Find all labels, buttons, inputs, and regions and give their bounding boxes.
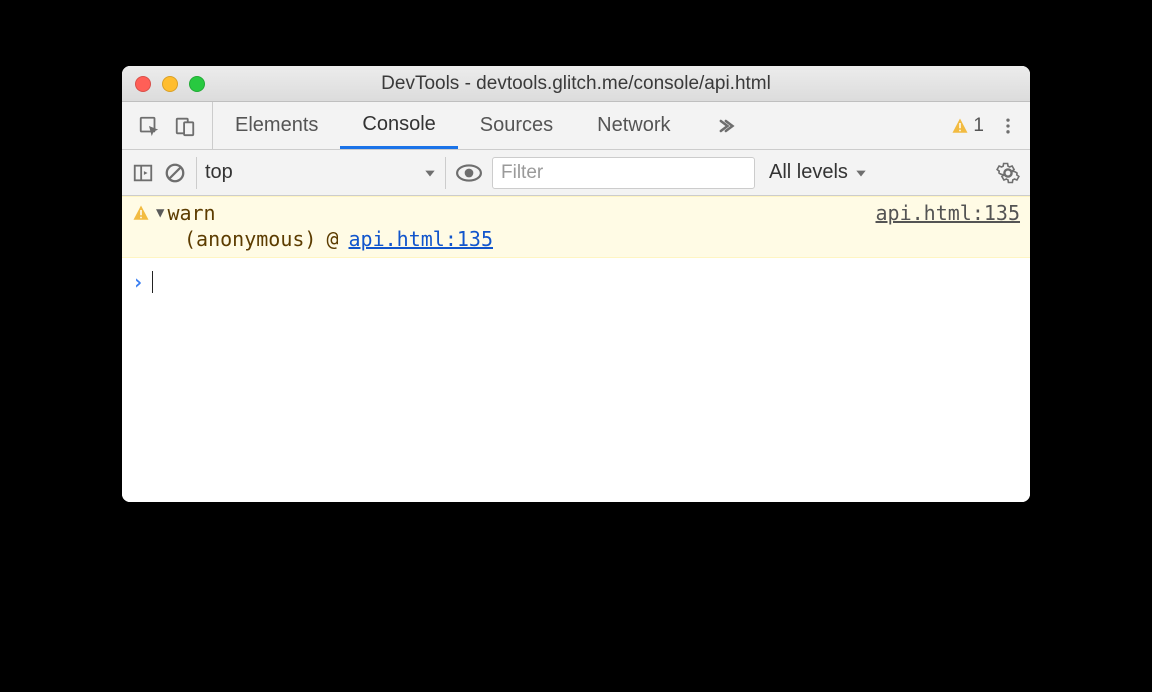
- tab-elements[interactable]: Elements: [213, 102, 340, 149]
- devtools-window: DevTools - devtools.glitch.me/console/ap…: [122, 66, 1030, 502]
- stack-at: @: [326, 227, 338, 251]
- console-toolbar: top All levels: [122, 150, 1030, 196]
- log-levels-selector[interactable]: All levels: [765, 161, 872, 184]
- console-warning-message[interactable]: ▼ warn api.html:135 (anonymous) @ api.ht…: [122, 196, 1030, 258]
- chevron-down-icon: [854, 166, 868, 180]
- tab-console[interactable]: Console: [340, 102, 457, 149]
- titlebar: DevTools - devtools.glitch.me/console/ap…: [122, 66, 1030, 102]
- stack-source-link[interactable]: api.html:135: [349, 227, 494, 251]
- message-text: warn: [167, 201, 215, 225]
- close-icon[interactable]: [135, 76, 151, 92]
- context-selector[interactable]: top: [196, 157, 446, 189]
- filter-input[interactable]: [492, 157, 755, 189]
- zoom-icon[interactable]: [189, 76, 205, 92]
- console-prompt[interactable]: ›: [122, 258, 1030, 306]
- tabs-overflow-button[interactable]: [693, 102, 757, 149]
- warning-icon: [132, 204, 150, 222]
- window-title: DevTools - devtools.glitch.me/console/ap…: [122, 73, 1030, 95]
- inspect-element-icon[interactable]: [138, 115, 160, 137]
- stack-trace: (anonymous) @ api.html:135: [132, 227, 1020, 251]
- tab-network[interactable]: Network: [575, 102, 692, 149]
- chevron-down-icon: [423, 166, 437, 180]
- minimize-icon[interactable]: [162, 76, 178, 92]
- kebab-menu-icon[interactable]: [998, 116, 1018, 136]
- traffic-lights: [122, 76, 205, 92]
- text-caret: [152, 271, 153, 293]
- clear-console-icon[interactable]: [164, 162, 186, 184]
- prompt-chevron-icon: ›: [132, 270, 144, 294]
- main-tabbar: Elements Console Sources Network 1: [122, 102, 1030, 150]
- console-messages: ▼ warn api.html:135 (anonymous) @ api.ht…: [122, 196, 1030, 502]
- console-settings-icon[interactable]: [996, 161, 1020, 185]
- tab-sources[interactable]: Sources: [458, 102, 575, 149]
- warnings-count: 1: [973, 115, 984, 137]
- stack-function: (anonymous): [184, 227, 316, 251]
- device-toolbar-icon[interactable]: [174, 115, 196, 137]
- context-label: top: [205, 161, 233, 184]
- message-source-link[interactable]: api.html:135: [876, 201, 1021, 225]
- levels-label: All levels: [769, 161, 848, 184]
- disclosure-triangle-icon[interactable]: ▼: [156, 205, 164, 221]
- warnings-badge[interactable]: 1: [951, 115, 984, 137]
- console-sidebar-toggle-icon[interactable]: [132, 162, 154, 184]
- live-expression-icon[interactable]: [456, 160, 482, 186]
